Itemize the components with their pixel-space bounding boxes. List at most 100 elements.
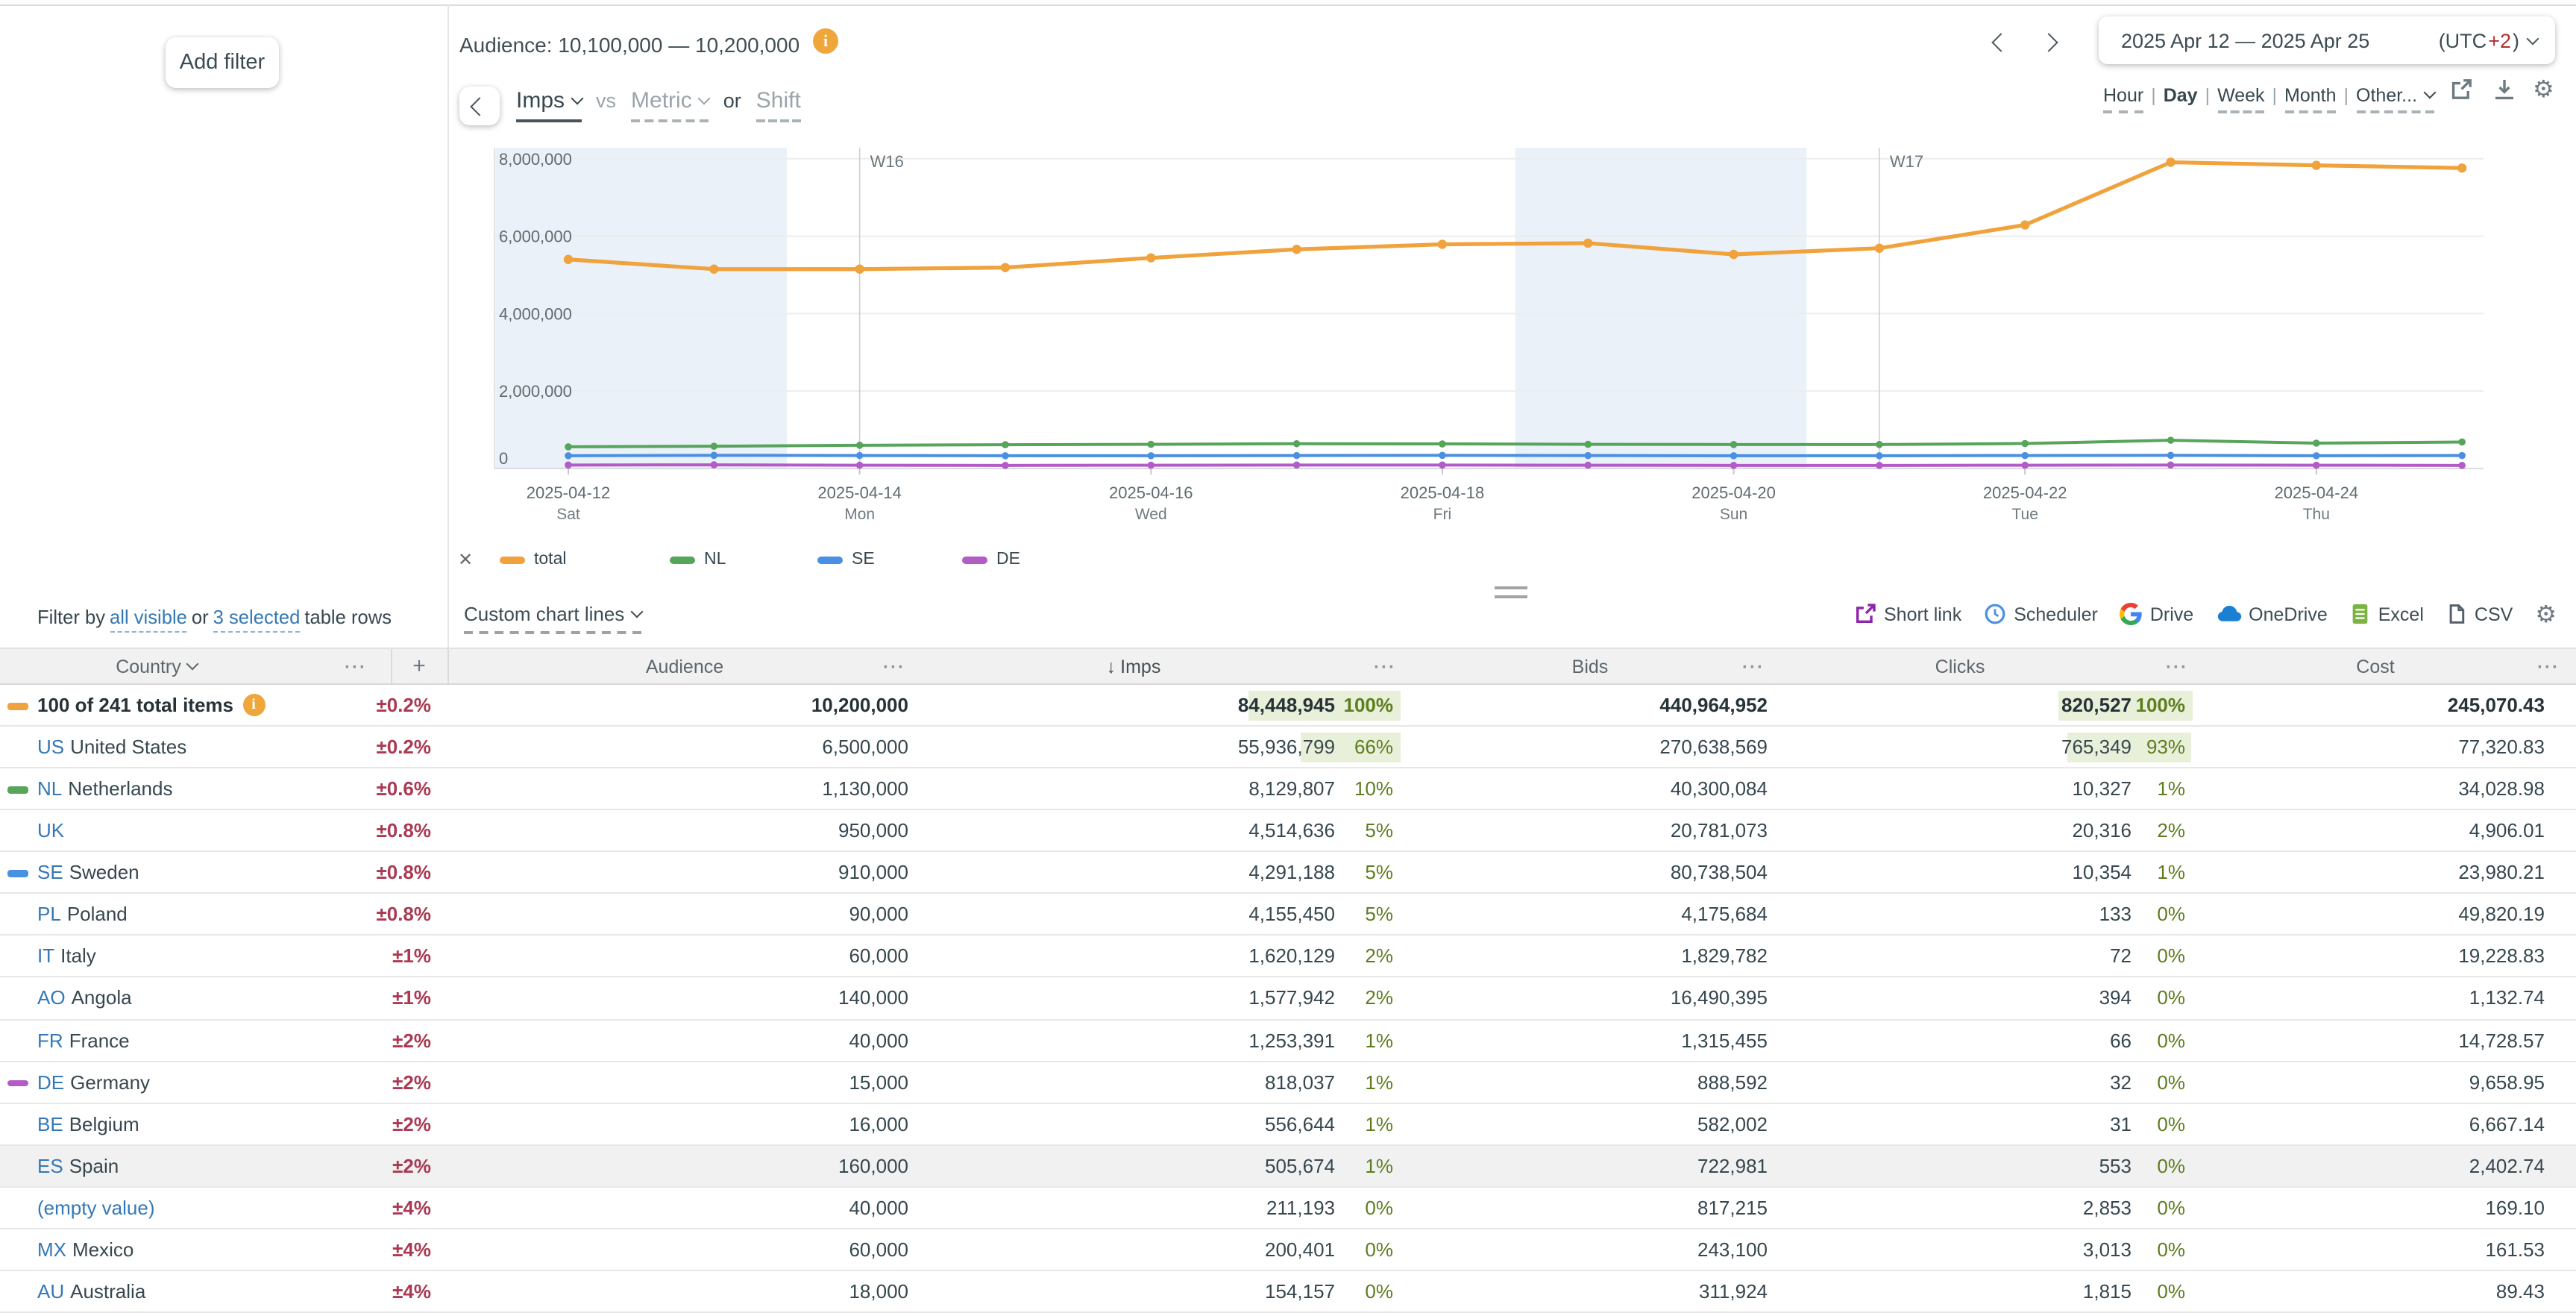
custom-chart-lines-dropdown[interactable]: Custom chart lines (464, 603, 641, 634)
filter-selected-link[interactable]: 3 selected (213, 606, 301, 632)
data-point[interactable] (1147, 462, 1155, 469)
data-point[interactable] (856, 462, 864, 469)
data-point[interactable] (1439, 452, 1446, 460)
column-header-audience[interactable]: Audience (447, 649, 922, 683)
table-row[interactable]: DEGermany±2%15,000818,0371%888,592320%9,… (0, 1062, 2576, 1103)
legend-item-NL[interactable]: NL (670, 551, 726, 568)
country-code[interactable]: PL (37, 903, 61, 926)
data-point[interactable] (1875, 243, 1884, 252)
table-row[interactable]: PLPoland±0.8%90,0004,155,4505%4,175,6841… (0, 894, 2576, 936)
clicks-column-menu[interactable]: ··· (2166, 649, 2188, 683)
legend-item-total[interactable]: total (500, 551, 567, 568)
granularity-tab-hour[interactable]: Hour (2103, 85, 2143, 113)
table-row[interactable]: ITItaly±1%60,0001,620,1292%1,829,782720%… (0, 936, 2576, 978)
data-point[interactable] (565, 443, 572, 451)
data-point[interactable] (1438, 239, 1447, 248)
data-point[interactable] (565, 462, 572, 469)
date-range-picker[interactable]: 2025 Apr 12 — 2025 Apr 25 (UTC +2 ) (2099, 16, 2555, 64)
data-point[interactable] (1293, 452, 1301, 460)
data-point[interactable] (1001, 263, 1010, 272)
data-point[interactable] (709, 265, 718, 274)
data-point[interactable] (2021, 440, 2029, 448)
table-row[interactable]: UK±0.8%950,0004,514,6365%20,781,07320,31… (0, 810, 2576, 852)
data-point[interactable] (1002, 462, 1009, 469)
data-point[interactable] (1292, 245, 1301, 254)
date-prev-button[interactable] (1994, 30, 2008, 57)
data-point[interactable] (856, 442, 864, 449)
data-point[interactable] (2457, 163, 2466, 172)
column-header-country[interactable]: Country (0, 649, 313, 683)
country-code[interactable]: DE (37, 1071, 64, 1093)
legend-item-DE[interactable]: DE (962, 551, 1020, 568)
granularity-tab-day[interactable]: Day (2164, 85, 2198, 110)
data-point[interactable] (1002, 452, 1009, 460)
table-row[interactable]: USUnited States±0.2%6,500,00055,936,7996… (0, 727, 2576, 768)
data-point[interactable] (856, 452, 864, 460)
table-row[interactable]: ESSpain±2%160,000505,6741%722,9815530%2,… (0, 1145, 2576, 1187)
download-icon[interactable] (2492, 78, 2516, 109)
table-gear-icon[interactable]: ⚙ (2535, 600, 2557, 628)
table-row[interactable]: NLNetherlands±0.6%1,130,0008,129,80710%4… (0, 768, 2576, 810)
granularity-tab-month[interactable]: Month (2284, 85, 2337, 113)
data-point[interactable] (1584, 462, 1592, 469)
data-point[interactable] (1147, 452, 1155, 460)
timeseries-chart[interactable]: W16W1702,000,0004,000,0006,000,0008,000,… (447, 134, 2576, 540)
legend-item-SE[interactable]: SE (817, 551, 875, 568)
table-row[interactable]: SESweden±0.8%910,0004,291,1885%80,738,50… (0, 853, 2576, 894)
data-point[interactable] (2312, 160, 2321, 169)
column-header-clicks[interactable]: Clicks (1778, 649, 2142, 683)
data-point[interactable] (1439, 462, 1446, 469)
drive-button[interactable]: Drive (2120, 603, 2193, 625)
data-point[interactable] (1002, 441, 1009, 448)
filter-all-visible-link[interactable]: all visible (110, 606, 187, 632)
data-point[interactable] (711, 442, 718, 450)
country-code[interactable]: IT (37, 945, 54, 968)
data-point[interactable] (1876, 462, 1883, 469)
series-line-DE[interactable] (568, 465, 2462, 466)
column-header-imps[interactable]: ↓Imps (922, 649, 1345, 683)
country-code[interactable]: AO (37, 987, 66, 1009)
data-point[interactable] (1293, 440, 1301, 448)
country-code[interactable]: US (37, 736, 64, 758)
close-icon[interactable]: ✕ (458, 549, 473, 570)
add-filter-button[interactable]: Add filter (166, 37, 279, 88)
resize-handle[interactable] (1495, 586, 1527, 603)
primary-metric-dropdown[interactable]: Imps (516, 88, 581, 122)
data-point[interactable] (855, 265, 864, 274)
data-point[interactable] (2167, 462, 2175, 469)
excel-button[interactable]: Excel (2350, 603, 2424, 625)
data-point[interactable] (2313, 439, 2320, 447)
data-point[interactable] (2458, 452, 2466, 460)
granularity-tab-other[interactable]: Other... (2356, 85, 2434, 113)
table-row[interactable]: FRFrance±2%40,0001,253,3911%1,315,455660… (0, 1020, 2576, 1062)
data-point[interactable] (2458, 439, 2466, 446)
data-point[interactable] (2167, 452, 2175, 460)
data-point[interactable] (565, 452, 572, 460)
info-icon[interactable]: i (813, 28, 838, 54)
data-point[interactable] (711, 452, 718, 460)
country-code[interactable]: BE (37, 1112, 63, 1135)
table-row[interactable]: BEBelgium±2%16,000556,6441%582,002310%6,… (0, 1103, 2576, 1145)
data-point[interactable] (2458, 462, 2466, 469)
column-header-bids[interactable]: Bids (1402, 649, 1778, 683)
data-point[interactable] (2167, 436, 2175, 444)
data-point[interactable] (1439, 440, 1446, 448)
country-code[interactable]: UK (37, 819, 64, 842)
gear-icon[interactable]: ⚙ (2533, 75, 2554, 103)
data-point[interactable] (1876, 441, 1883, 448)
open-in-new-icon[interactable] (2449, 78, 2473, 109)
csv-button[interactable]: CSV (2446, 603, 2513, 625)
info-icon[interactable]: i (242, 694, 265, 716)
series-line-SE[interactable] (568, 455, 2462, 456)
country-code[interactable]: MX (37, 1238, 66, 1261)
data-point[interactable] (1583, 239, 1592, 248)
imps-column-menu[interactable]: ··· (1374, 649, 1396, 683)
data-point[interactable] (1730, 462, 1738, 469)
granularity-tab-week[interactable]: Week (2217, 85, 2264, 113)
scheduler-button[interactable]: Scheduler (1984, 603, 2098, 625)
data-point[interactable] (1730, 452, 1738, 460)
data-point[interactable] (2020, 220, 2029, 229)
table-row[interactable]: (empty value)±4%40,000211,1930%817,2152,… (0, 1188, 2576, 1229)
data-point[interactable] (2021, 452, 2029, 460)
cost-column-menu[interactable]: ··· (2537, 649, 2560, 683)
